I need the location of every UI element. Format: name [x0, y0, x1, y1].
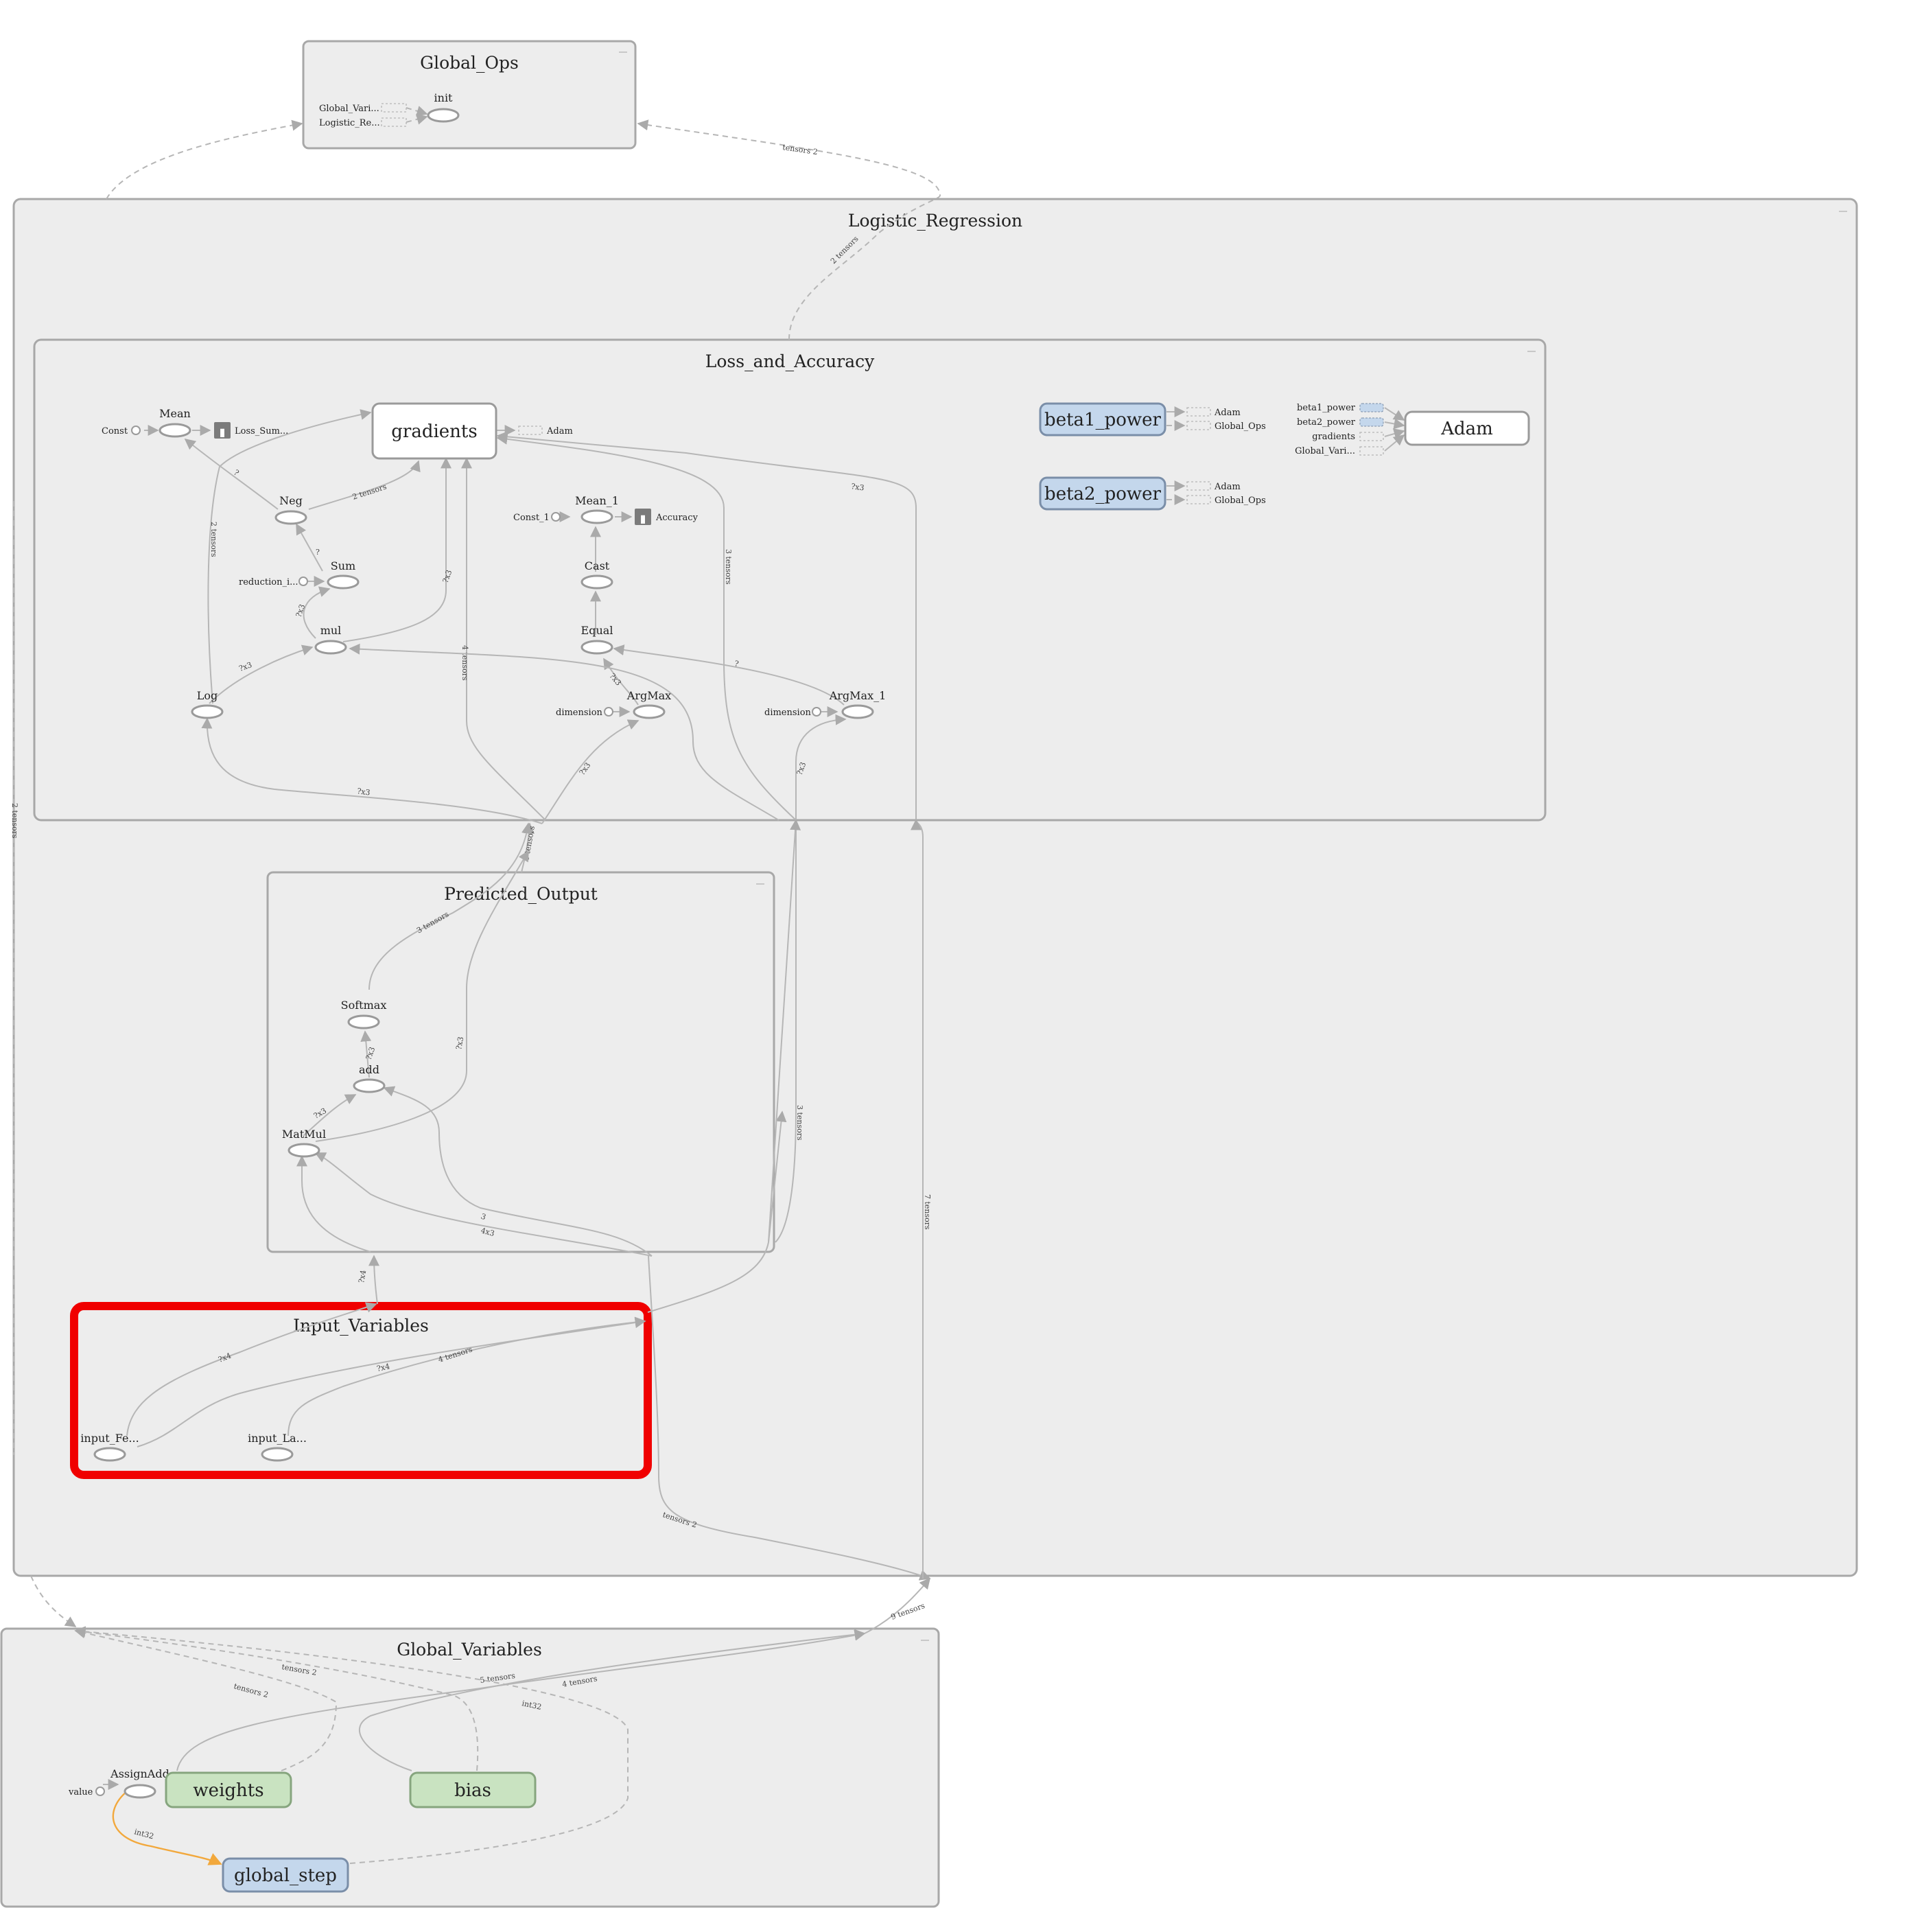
node-const[interactable]	[131, 426, 141, 435]
node-cast[interactable]	[580, 574, 613, 590]
node-label-input-la: input_La...	[248, 1432, 307, 1445]
bar-chart-icon: ▮	[220, 426, 226, 439]
edge-label: 7 tensors	[923, 1194, 932, 1230]
ref-label-global-ops: Global_Ops	[1215, 496, 1266, 506]
node-equal[interactable]	[580, 640, 613, 655]
node-const-1[interactable]	[551, 512, 561, 522]
group-title-global-variables: Global_Variables	[397, 1640, 542, 1660]
edge-label: ?x3	[851, 482, 865, 493]
node-init[interactable]	[427, 108, 460, 123]
node-label-adam: Adam	[1440, 419, 1493, 439]
node-label-loss-sum: Loss_Sum...	[235, 426, 288, 437]
adam-input-beta1: beta1_power	[1297, 403, 1356, 413]
node-label-reduction: reduction_i...	[239, 577, 298, 587]
node-dimension[interactable]	[604, 707, 613, 717]
node-label-mean-1: Mean_1	[575, 494, 619, 507]
node-mean[interactable]	[159, 423, 191, 438]
node-input-la[interactable]	[261, 1447, 294, 1462]
node-label-input-fe: input_Fe...	[80, 1432, 139, 1445]
node-dimension-2[interactable]	[812, 707, 821, 717]
node-label-assignadd: AssignAdd	[110, 1767, 169, 1780]
ref-label-adam: Adam	[546, 426, 573, 437]
ref-label-adam: Adam	[1214, 408, 1241, 418]
group-title-global-ops: Global_Ops	[420, 53, 519, 73]
edge-label: 3 tensors	[724, 549, 733, 585]
ref-box-beta1	[1359, 403, 1384, 412]
graph-canvas[interactable]: Global_Ops init Global_Vari... Logistic_…	[0, 0, 1924, 1932]
node-matmul[interactable]	[288, 1143, 320, 1158]
node-sum[interactable]	[327, 574, 360, 590]
edge-label: tensors 2	[782, 143, 819, 156]
node-label-beta2-power: beta2_power	[1044, 484, 1161, 504]
node-label-beta1-power: beta1_power	[1044, 410, 1161, 430]
adam-input-global-vari: Global_Vari...	[1295, 446, 1355, 456]
node-softmax[interactable]	[347, 1014, 380, 1029]
edge-label: 2 tensors	[10, 803, 19, 839]
node-label-mul: mul	[320, 624, 342, 637]
node-add[interactable]	[353, 1078, 386, 1093]
group-title-logistic-regression: Logistic_Regression	[848, 211, 1022, 231]
ref-box-beta2	[1359, 417, 1384, 427]
group-global-ops[interactable]: Global_Ops init Global_Vari... Logistic_…	[302, 40, 637, 150]
ref-label-adam: Adam	[1214, 482, 1241, 492]
node-label-add: add	[359, 1063, 379, 1076]
ref-label-global-ops: Global_Ops	[1215, 421, 1266, 432]
node-argmax-1[interactable]	[841, 704, 874, 719]
node-label-softmax: Softmax	[341, 999, 387, 1012]
group-predicted-output[interactable]: Predicted_Output	[266, 871, 775, 1253]
edge-label: 2 tensors	[209, 522, 218, 557]
node-label-cast: Cast	[585, 559, 610, 572]
node-label-weights: weights	[193, 1780, 263, 1801]
node-label-argmax: ArgMax	[626, 689, 671, 702]
node-mean-1[interactable]	[580, 509, 613, 524]
ref-label-logistic-re: Logistic_Re...	[319, 118, 380, 128]
node-label-log: Log	[197, 689, 218, 702]
node-label-accuracy: Accuracy	[655, 513, 699, 523]
node-label-mean: Mean	[159, 407, 191, 420]
group-title-loss-and-accuracy: Loss_and_Accuracy	[705, 351, 875, 371]
edge-label: 3 tensors	[795, 1105, 804, 1141]
node-label-dimension-2: dimension	[764, 708, 812, 718]
node-label-matmul: MatMul	[282, 1128, 326, 1141]
node-mul[interactable]	[314, 640, 347, 655]
node-label-value: value	[68, 1787, 93, 1797]
node-label-sum: Sum	[331, 559, 355, 572]
node-input-fe[interactable]	[93, 1447, 126, 1462]
ref-label-global-vari: Global_Vari...	[319, 104, 379, 114]
node-log[interactable]	[191, 704, 224, 719]
group-title-predicted-output: Predicted_Output	[444, 884, 598, 904]
node-label-bias: bias	[454, 1780, 491, 1801]
edge-label: 4 tensors	[460, 645, 469, 681]
node-label-dimension: dimension	[556, 708, 603, 718]
node-label-gradients: gradients	[391, 421, 477, 442]
adam-input-gradients: gradients	[1312, 432, 1355, 442]
node-reduction[interactable]	[298, 577, 308, 586]
node-label-neg: Neg	[279, 494, 303, 507]
node-label-global-step: global_step	[234, 1865, 337, 1886]
node-value[interactable]	[95, 1786, 105, 1796]
node-assignadd[interactable]	[124, 1784, 156, 1799]
node-argmax[interactable]	[633, 704, 666, 719]
node-label-const: Const	[102, 426, 128, 437]
group-input-variables[interactable]: Input_Variables	[70, 1302, 652, 1479]
edge-label: 9 tensors	[890, 1601, 926, 1622]
node-label-equal: Equal	[581, 624, 613, 637]
bar-chart-icon: ▮	[640, 512, 646, 525]
node-label-argmax-1: ArgMax_1	[829, 689, 887, 702]
adam-input-beta2: beta2_power	[1297, 417, 1356, 428]
edge-label: ?	[316, 548, 320, 557]
node-label-init: init	[434, 91, 454, 104]
group-title-input-variables: Input_Variables	[293, 1316, 429, 1336]
node-label-const-1: Const_1	[513, 513, 550, 523]
node-neg[interactable]	[274, 510, 307, 525]
edge-label: ?x3	[357, 787, 371, 798]
